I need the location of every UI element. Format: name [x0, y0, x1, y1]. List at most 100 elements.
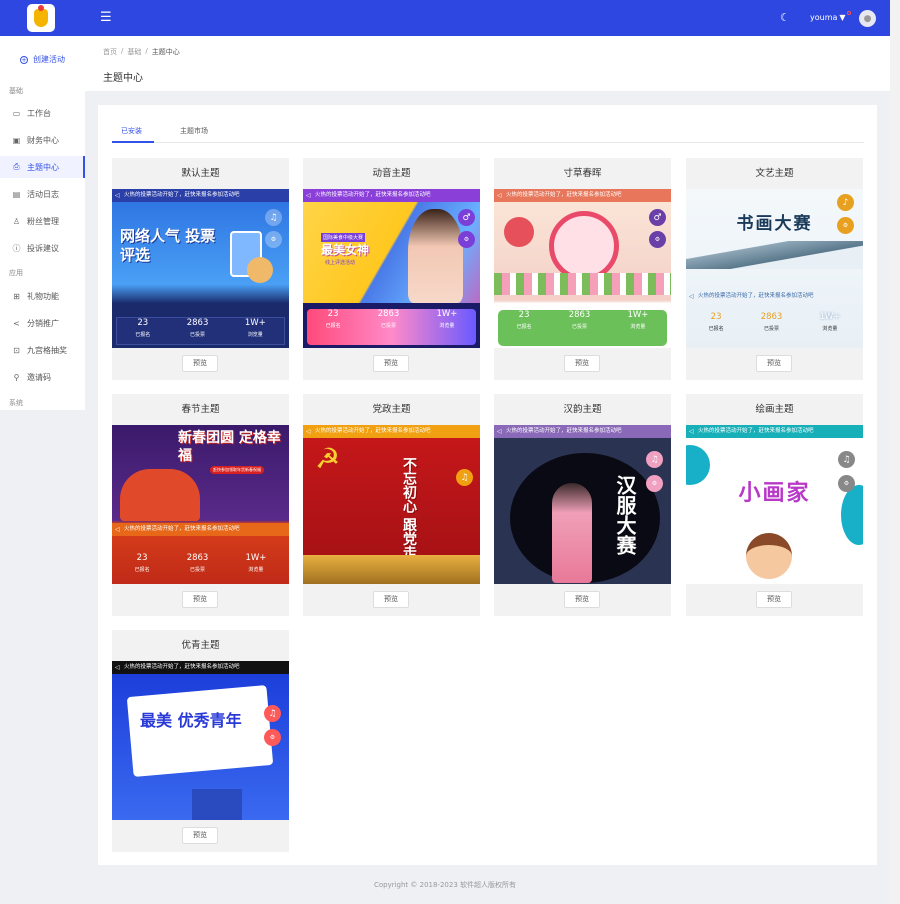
sidebar-item-complaints[interactable]: ⓘ 投诉建议	[0, 237, 85, 259]
notice-bar: 火热的投票活动开始了，赶快来报名参加活动吧	[112, 523, 289, 536]
stat-value: 2863	[377, 309, 400, 319]
theme-card-default: 默认主题 火热的投票活动开始了，赶快来报名参加活动吧 网络人气 投票评选 ♫ ⚙…	[112, 158, 289, 380]
music-icon[interactable]: ♫	[456, 469, 473, 486]
preview-button[interactable]: 预览	[182, 355, 218, 372]
tab-divider	[112, 142, 864, 143]
music-icon[interactable]: ♫	[264, 705, 281, 722]
share-float-icon[interactable]: ⚙	[264, 729, 281, 746]
preview-button[interactable]: 预览	[756, 355, 792, 372]
sidebar-item-label: 活动日志	[27, 189, 59, 199]
tab-market[interactable]: 主题市场	[180, 126, 208, 136]
stat-label: 浏览量	[630, 324, 646, 330]
share-float-icon[interactable]: ⚙	[649, 231, 666, 248]
music-icon[interactable]: ♪	[837, 194, 854, 211]
sidebar-item-invite-code[interactable]: ⚲ 邀请码	[0, 366, 85, 388]
alert-icon: ⓘ	[12, 243, 21, 253]
preview-button[interactable]: 预览	[564, 591, 600, 608]
banner-title: 网络人气 投票评选	[120, 227, 216, 264]
building-illustration	[303, 555, 480, 584]
stat-value: 23	[710, 312, 722, 322]
sidebar-item-gifts[interactable]: ⊞ 礼物功能	[0, 285, 85, 307]
sidebar-item-label: 主题中心	[27, 162, 59, 172]
theme-preview-image[interactable]: 火热的投票活动开始了，赶快来报名参加活动吧 网络人气 投票评选 ♫ ⚙ 23 已报…	[112, 189, 289, 348]
top-bar: ☰ ☾ youma ▼ ●	[0, 0, 890, 36]
notification-dot	[847, 11, 851, 15]
preview-button[interactable]: 预览	[182, 591, 218, 608]
theme-preview-image[interactable]: 火热的投票活动开始了，赶快来报名参加活动吧 汉服大赛 ♫ ⚙	[494, 425, 671, 584]
theme-card-title: 汉韵主题	[563, 404, 602, 415]
music-icon[interactable]: ♫	[646, 451, 663, 468]
preview-button[interactable]: 预览	[373, 591, 409, 608]
user-icon: ♙	[12, 216, 21, 226]
share-float-icon[interactable]: ⚙	[265, 231, 282, 248]
sidebar-item-fans[interactable]: ♙ 粉丝管理	[0, 210, 85, 232]
theme-preview-image[interactable]: 火热的投票活动开始了，赶快来报名参加活动吧 ☭ 不忘初心 跟党走 ♫	[303, 425, 480, 584]
stats-bar: 23 已报名 2863 已投票 1W+ 浏览量	[307, 309, 476, 345]
share-float-icon[interactable]: ⚙	[838, 475, 855, 492]
person-illustration	[247, 257, 273, 283]
sidebar-item-themes[interactable]: ⎙ 主题中心	[0, 156, 85, 178]
preview-button[interactable]: 预览	[564, 355, 600, 372]
music-icon[interactable]: ♂	[458, 209, 475, 226]
key-icon: ⚲	[13, 372, 20, 382]
music-icon[interactable]: ♫	[838, 451, 855, 468]
preview-button[interactable]: 预览	[373, 355, 409, 372]
breadcrumb: 首页 / 基础 / 主题中心	[103, 47, 180, 57]
logo-icon	[34, 5, 48, 27]
caret-down-icon: ▼	[839, 13, 846, 22]
notice-bar: 火热的投票活动开始了，赶快来报名参加活动吧	[112, 661, 289, 674]
theme-preview-image[interactable]: 火热的投票活动开始了，赶快来报名参加活动吧 最美 优秀青年 ♫ ⚙	[112, 661, 289, 820]
theme-preview-image[interactable]: 火热的投票活动开始了，赶快来报名参加活动吧 国际美食中级大赛 最美女神 线上评选…	[303, 189, 480, 348]
stat-label: 已投票	[572, 324, 588, 330]
sidebar-item-lottery[interactable]: ⊡ 九宫格抽奖	[0, 339, 85, 361]
notice-bar: 火热的投票活动开始了，赶快来报名参加活动吧	[686, 425, 863, 438]
sidebar-item-workbench[interactable]: ▭ 工作台	[0, 102, 85, 124]
share-float-icon[interactable]: ⚙	[837, 217, 854, 234]
banner-subtitle: 赶快参加领取年货新春祝福	[210, 466, 264, 474]
gift-icon: ⊞	[13, 291, 20, 301]
share-float-icon[interactable]: ⚙	[458, 231, 475, 248]
sidebar-item-finance[interactable]: ▣ 财务中心	[0, 129, 85, 151]
wallet-icon: ▣	[12, 135, 21, 145]
music-icon[interactable]: ♂	[649, 209, 666, 226]
theme-preview-image[interactable]: 火热的投票活动开始了，赶快来报名参加活动吧 小画家 ♫ ⚙	[686, 425, 863, 584]
sidebar-item-label: 工作台	[27, 108, 51, 118]
create-activity-button[interactable]: + 创建活动	[20, 54, 65, 65]
grid-icon: ⊡	[13, 345, 20, 355]
scrollbar[interactable]	[890, 0, 900, 904]
preview-button[interactable]: 预览	[182, 827, 218, 844]
app-logo[interactable]	[27, 4, 55, 32]
theme-card-dongyin: 动音主题 火热的投票活动开始了，赶快来报名参加活动吧 国际美食中级大赛 最美女神…	[303, 158, 480, 380]
user-menu[interactable]: youma ▼	[810, 13, 846, 22]
theme-card-title: 党政主题	[372, 404, 411, 415]
tab-installed[interactable]: 已安装	[121, 126, 142, 136]
banner-title: 书画大赛	[736, 214, 813, 234]
stat-value: 2863	[186, 318, 209, 328]
monitor-icon: ▭	[12, 108, 21, 118]
theme-preview-image[interactable]: 书画大赛 ♪ ⚙ 火热的投票活动开始了，赶快来报名参加活动吧 23 已报名 286…	[686, 189, 863, 348]
preview-button[interactable]: 预览	[756, 591, 792, 608]
log-icon: ▤	[12, 189, 21, 199]
menu-toggle-icon[interactable]: ☰	[100, 11, 114, 25]
theme-preview-image[interactable]: 新春团圆 定格幸福 赶快参加领取年货新春祝福 火热的投票活动开始了，赶快来报名参…	[112, 425, 289, 584]
breadcrumb-separator: /	[121, 47, 124, 55]
theme-card-title: 绘画主题	[755, 404, 794, 415]
avatar[interactable]: ●	[859, 10, 876, 27]
section-label: 基础	[9, 87, 23, 95]
stat-label: 已报名	[516, 324, 532, 330]
theme-card-title: 动音主题	[372, 168, 411, 179]
banner-title: 汉服大赛	[613, 475, 637, 555]
share-icon: <	[13, 318, 20, 328]
sidebar-item-distribution[interactable]: < 分销推广	[0, 312, 85, 334]
dark-mode-icon[interactable]: ☾	[780, 12, 790, 24]
notice-bar: 火热的投票活动开始了，赶快来报名参加活动吧	[112, 189, 289, 202]
theme-card-title: 寸草春晖	[563, 168, 602, 179]
music-icon[interactable]: ♫	[265, 209, 282, 226]
breadcrumb-home[interactable]: 首页	[103, 47, 117, 57]
breadcrumb-basic[interactable]: 基础	[127, 47, 141, 57]
stat-label: 已投票	[190, 332, 206, 338]
theme-preview-image[interactable]: 火热的投票活动开始了，赶快来报名参加活动吧 ♂ ⚙ 23 已报名 2863 已投票 …	[494, 189, 671, 348]
stat-label: 浏览量	[822, 326, 838, 332]
share-float-icon[interactable]: ⚙	[646, 475, 663, 492]
sidebar-item-logs[interactable]: ▤ 活动日志	[0, 183, 85, 205]
